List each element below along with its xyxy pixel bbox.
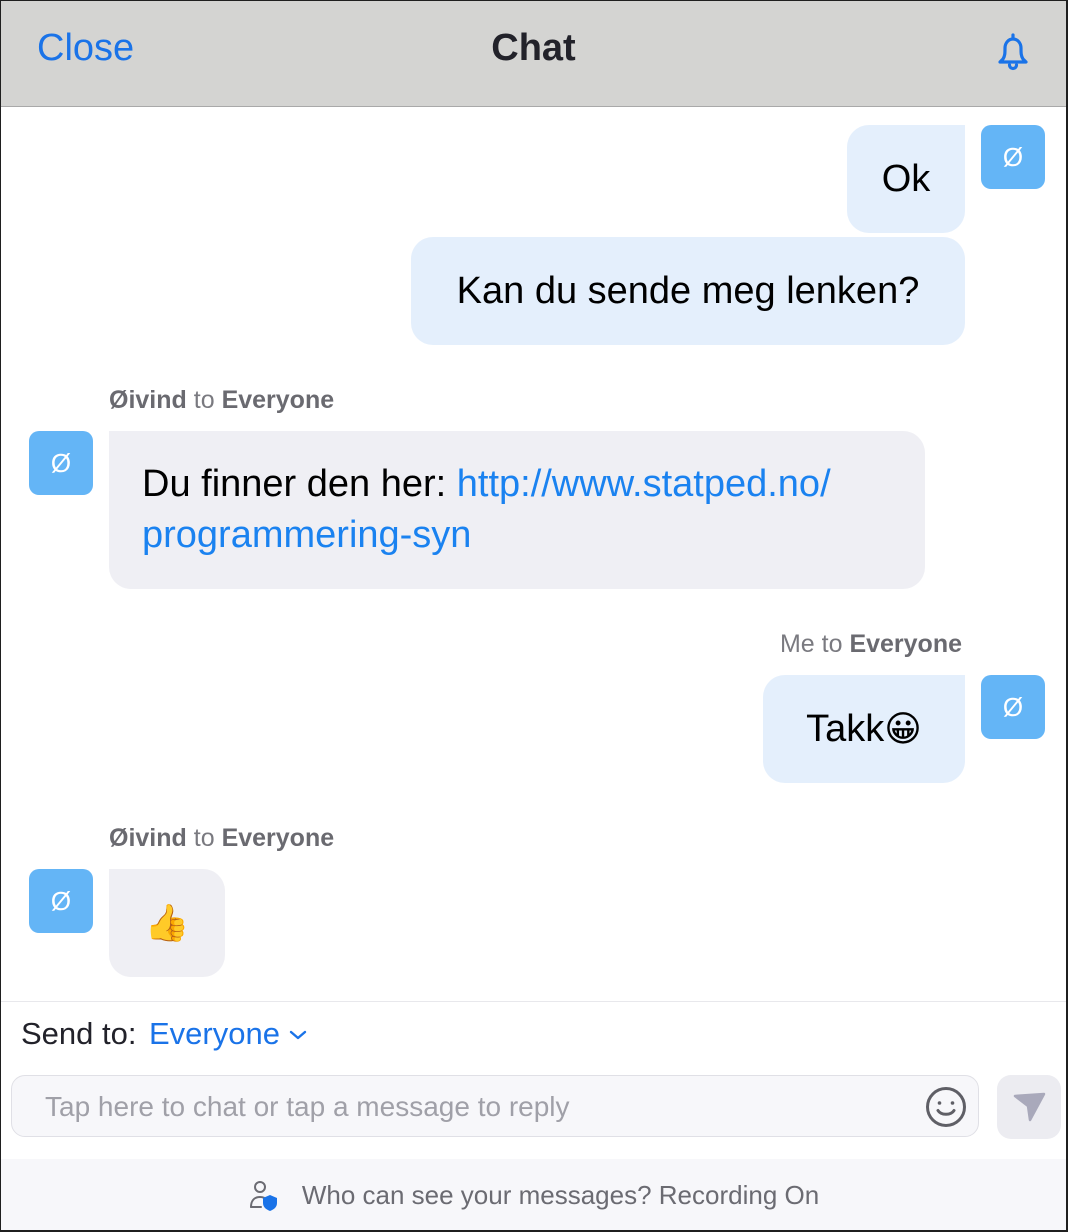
avatar-initial: Ø bbox=[1002, 141, 1024, 172]
message-text: Ok bbox=[881, 157, 931, 200]
message-bubble[interactable]: Ok bbox=[847, 125, 965, 233]
chat-input[interactable]: Tap here to chat or tap a message to rep… bbox=[11, 1075, 979, 1137]
chat-window: Close Chat Ok Ø Kan du sende meg lenken?… bbox=[0, 0, 1068, 1232]
message-text: Du finner den her: bbox=[142, 463, 457, 505]
privacy-footer: Who can see your messages? Recording On bbox=[1, 1159, 1066, 1230]
avatar: Ø bbox=[981, 675, 1045, 739]
chat-input-placeholder: Tap here to chat or tap a message to rep… bbox=[45, 1091, 570, 1122]
chevron-down-icon bbox=[289, 1030, 307, 1040]
avatar-initial: Ø bbox=[50, 447, 72, 478]
privacy-text: Who can see your messages? Recording On bbox=[301, 1179, 820, 1210]
to-word: to bbox=[193, 824, 215, 852]
avatar-initial: Ø bbox=[50, 885, 72, 916]
message-line: Du finner den her: http://www.statped.no… bbox=[142, 459, 831, 510]
message-text: Takk bbox=[806, 707, 885, 750]
send-icon bbox=[1013, 1092, 1046, 1122]
message-link-continued[interactable]: programmering-syn bbox=[142, 510, 471, 561]
avatar: Ø bbox=[29, 869, 93, 933]
message-bubble[interactable]: Du finner den her: http://www.statped.no… bbox=[109, 431, 925, 589]
avatar: Ø bbox=[981, 125, 1045, 189]
send-to-dropdown[interactable]: Everyone bbox=[149, 1016, 308, 1052]
message-list[interactable]: Ok Ø Kan du sende meg lenken? Øivind to … bbox=[1, 108, 1066, 1001]
message-meta: Øivind to Everyone bbox=[109, 824, 334, 853]
recipient-name: Everyone bbox=[221, 386, 335, 414]
message-bubble[interactable]: Kan du sende meg lenken? bbox=[411, 237, 965, 345]
send-button[interactable] bbox=[997, 1075, 1061, 1139]
page-title: Chat bbox=[491, 27, 576, 69]
message-link[interactable]: http://www.statped.no/ bbox=[457, 463, 831, 505]
to-word: to bbox=[821, 630, 843, 658]
recipient-name: Everyone bbox=[221, 824, 335, 852]
message-meta: Øivind to Everyone bbox=[109, 386, 334, 415]
header-bar: Close Chat bbox=[1, 1, 1066, 107]
sender-name: Øivind bbox=[109, 386, 187, 414]
smiley-icon[interactable] bbox=[924, 1085, 968, 1129]
message-meta: Me to Everyone bbox=[780, 630, 962, 659]
sender-name: Øivind bbox=[109, 824, 187, 852]
sender-name: Me bbox=[779, 630, 815, 658]
thumbs-up-emoji: 👍 bbox=[144, 902, 190, 943]
message-bubble[interactable]: 👍 bbox=[109, 869, 225, 977]
person-shield-icon bbox=[249, 1181, 277, 1211]
privacy-link[interactable]: Who can see your messages? Recording On bbox=[1, 1179, 1066, 1211]
message-text: Kan du sende meg lenken? bbox=[456, 269, 920, 312]
avatar: Ø bbox=[29, 431, 93, 495]
message-bubble[interactable]: Takk 😀 bbox=[763, 675, 965, 783]
send-to-row: Send to: Everyone bbox=[1, 1001, 1066, 1065]
send-to-label: Send to: bbox=[21, 1016, 137, 1051]
bell-icon[interactable] bbox=[990, 29, 1036, 75]
send-to-value: Everyone bbox=[149, 1016, 280, 1051]
to-word: to bbox=[193, 386, 215, 414]
recipient-name: Everyone bbox=[849, 630, 962, 658]
avatar-initial: Ø bbox=[1002, 691, 1024, 722]
grinning-face-emoji: 😀 bbox=[884, 708, 922, 749]
